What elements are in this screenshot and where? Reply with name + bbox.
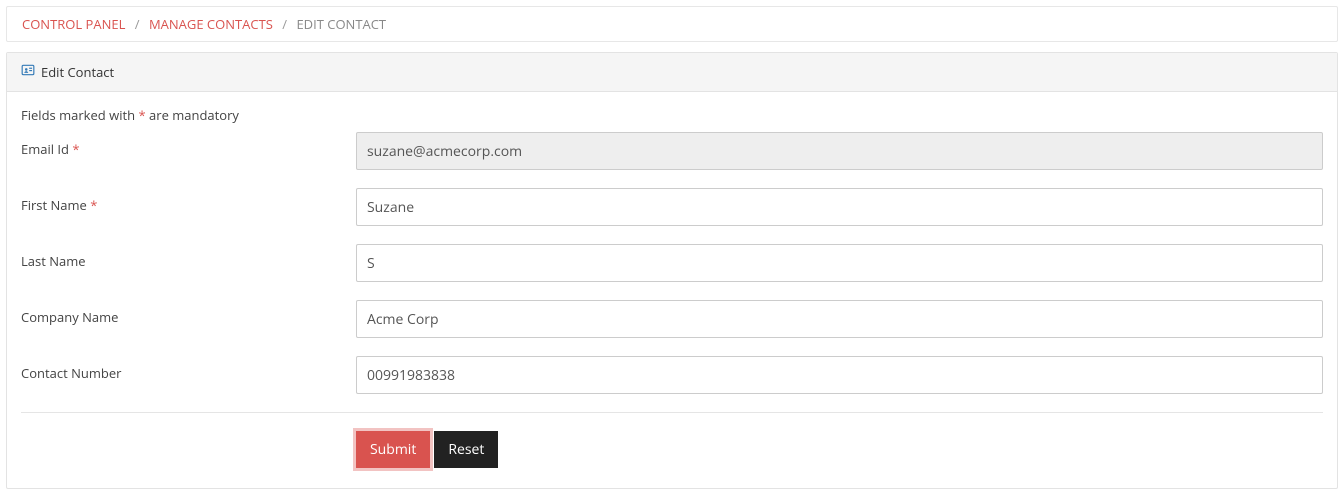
breadcrumb-manage-contacts[interactable]: MANAGE CONTACTS [149, 15, 273, 33]
address-card-icon [21, 63, 35, 81]
panel-header: Edit Contact [7, 53, 1337, 92]
last-name-label: Last Name [21, 244, 356, 270]
divider [21, 412, 1323, 413]
email-field [356, 132, 1323, 170]
form-row-company: Company Name [21, 300, 1323, 338]
breadcrumb-control-panel[interactable]: CONTROL PANEL [22, 15, 125, 33]
company-name-field[interactable] [356, 300, 1323, 338]
form-row-email: Email Id * [21, 132, 1323, 170]
contact-number-field[interactable] [356, 356, 1323, 394]
breadcrumb-separator-icon: / [276, 15, 293, 33]
asterisk-icon: * [72, 140, 79, 158]
form-row-last-name: Last Name [21, 244, 1323, 282]
asterisk-icon: * [138, 106, 145, 124]
first-name-field[interactable] [356, 188, 1323, 226]
first-name-label: First Name * [21, 188, 356, 214]
form-row-first-name: First Name * [21, 188, 1323, 226]
breadcrumb-current: EDIT CONTACT [296, 15, 386, 33]
form-row-contact-number: Contact Number [21, 356, 1323, 394]
edit-contact-panel: Edit Contact Fields marked with * are ma… [6, 52, 1338, 489]
asterisk-icon: * [90, 196, 97, 214]
button-row: Submit Reset [356, 431, 1323, 468]
breadcrumb: CONTROL PANEL / MANAGE CONTACTS / EDIT C… [6, 6, 1338, 42]
panel-title: Edit Contact [41, 63, 114, 81]
panel-body: Fields marked with * are mandatory Email… [7, 92, 1337, 488]
contact-number-label: Contact Number [21, 356, 356, 382]
reset-button[interactable]: Reset [434, 431, 498, 468]
mandatory-note: Fields marked with * are mandatory [21, 106, 1323, 124]
submit-button[interactable]: Submit [356, 431, 430, 468]
last-name-field[interactable] [356, 244, 1323, 282]
email-label: Email Id * [21, 132, 356, 158]
company-label: Company Name [21, 300, 356, 326]
breadcrumb-separator-icon: / [129, 15, 146, 33]
